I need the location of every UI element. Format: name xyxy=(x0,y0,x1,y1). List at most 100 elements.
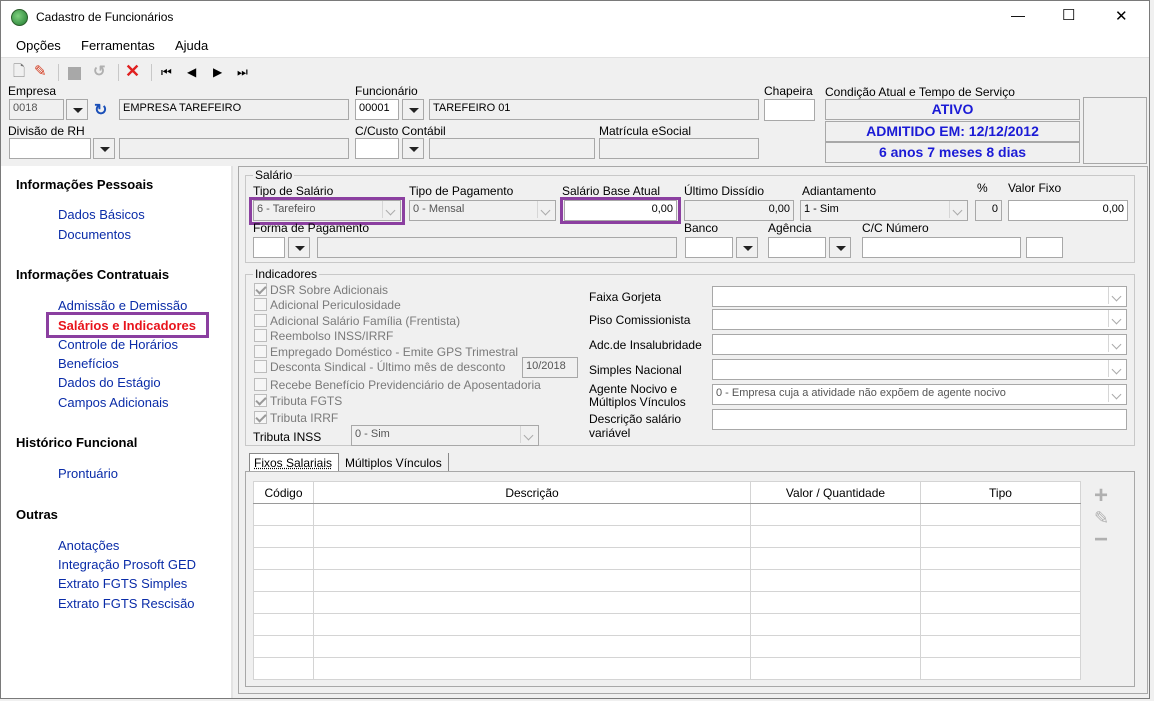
tab-multiplos-vinculos[interactable]: Múltiplos Vínculos xyxy=(341,453,449,472)
table-cell[interactable] xyxy=(750,657,921,680)
table-cell[interactable] xyxy=(920,569,1081,592)
ccusto-dropdown[interactable] xyxy=(402,138,424,159)
save-icon[interactable] xyxy=(68,67,81,80)
table-row[interactable] xyxy=(253,657,1081,680)
check-sindical[interactable]: Desconta Sindical - Último mês de descon… xyxy=(254,360,505,374)
sidebar-item-estagio[interactable]: Dados do Estágio xyxy=(58,375,161,390)
add-icon[interactable]: + xyxy=(1094,482,1108,510)
tributa-inss-select[interactable]: 0 - Sim xyxy=(351,425,539,446)
table-cell[interactable] xyxy=(920,657,1081,680)
sidebar-item-admissao[interactable]: Admissão e Demissão xyxy=(58,298,187,313)
table-row[interactable] xyxy=(253,591,1081,614)
valor-fixo-field[interactable]: 0,00 xyxy=(1008,200,1128,221)
divisao-field[interactable] xyxy=(9,138,91,159)
table-row[interactable] xyxy=(253,569,1081,592)
delete-icon[interactable]: ✕ xyxy=(125,62,140,80)
table-cell[interactable] xyxy=(750,613,921,636)
table-cell[interactable] xyxy=(920,503,1081,526)
table-cell[interactable] xyxy=(920,635,1081,658)
check-periculosidade[interactable]: Adicional Periculosidade xyxy=(254,298,401,312)
table-cell[interactable] xyxy=(253,657,314,680)
table-cell[interactable] xyxy=(313,591,751,614)
table-cell[interactable] xyxy=(253,591,314,614)
sidebar-item-beneficios[interactable]: Benefícios xyxy=(58,356,119,371)
table-cell[interactable] xyxy=(313,525,751,548)
col-tipo[interactable]: Tipo xyxy=(920,481,1081,504)
divisao-dropdown[interactable] xyxy=(93,138,115,159)
empresa-dropdown[interactable] xyxy=(66,99,88,120)
col-valor[interactable]: Valor / Quantidade xyxy=(750,481,921,504)
edit-pencil-icon[interactable]: ✎ xyxy=(34,63,47,81)
col-codigo[interactable]: Código xyxy=(253,481,314,504)
check-dsr[interactable]: DSR Sobre Adicionais xyxy=(254,283,388,297)
agente-select[interactable]: 0 - Empresa cuja a atividade não expõem … xyxy=(712,384,1127,405)
sidebar-item-campos-adicionais[interactable]: Campos Adicionais xyxy=(58,395,169,410)
insalubridade-select[interactable] xyxy=(712,334,1127,355)
piso-select[interactable] xyxy=(712,309,1127,330)
adiantamento-select[interactable]: 1 - Sim xyxy=(800,200,968,221)
table-cell[interactable] xyxy=(313,613,751,636)
checkbox-sindical[interactable] xyxy=(254,360,267,373)
check-domestico[interactable]: Empregado Doméstico - Emite GPS Trimestr… xyxy=(254,345,518,359)
col-descricao[interactable]: Descrição xyxy=(313,481,751,504)
checkbox-periculosidade[interactable] xyxy=(254,298,267,311)
remove-icon[interactable]: − xyxy=(1094,526,1108,554)
table-row[interactable] xyxy=(253,525,1081,548)
checkbox-dsr[interactable] xyxy=(254,283,267,296)
check-aposentadoria[interactable]: Recebe Benefício Previdenciário de Apose… xyxy=(254,378,541,392)
table-cell[interactable] xyxy=(313,503,751,526)
table-cell[interactable] xyxy=(253,525,314,548)
checkbox-tributa-irrf[interactable] xyxy=(254,411,267,424)
table-cell[interactable] xyxy=(313,657,751,680)
table-row[interactable] xyxy=(253,503,1081,526)
forma-pagamento-dropdown[interactable] xyxy=(288,237,310,258)
table-cell[interactable] xyxy=(253,569,314,592)
simples-select[interactable] xyxy=(712,359,1127,380)
table-cell[interactable] xyxy=(920,591,1081,614)
table-cell[interactable] xyxy=(750,569,921,592)
sidebar-item-horarios[interactable]: Controle de Horários xyxy=(58,337,178,352)
forma-pagamento-field[interactable] xyxy=(253,237,285,258)
check-tributa-fgts[interactable]: Tributa FGTS xyxy=(254,394,342,408)
table-cell[interactable] xyxy=(313,547,751,570)
last-record-icon[interactable]: ⏭ xyxy=(237,63,248,81)
table-cell[interactable] xyxy=(253,613,314,636)
undo-icon[interactable]: ↺ xyxy=(93,63,106,81)
menu-ferramentas[interactable]: Ferramentas xyxy=(81,38,155,53)
sidebar-item-fgts-simples[interactable]: Extrato FGTS Simples xyxy=(58,576,187,591)
empresa-code-field[interactable]: 0018 xyxy=(9,99,64,120)
next-record-icon[interactable]: ▶ xyxy=(213,63,222,81)
sidebar-item-dados-basicos[interactable]: Dados Básicos xyxy=(58,207,145,222)
table-cell[interactable] xyxy=(313,569,751,592)
funcionario-code-field[interactable]: 00001 xyxy=(355,99,399,120)
table-cell[interactable] xyxy=(253,503,314,526)
sidebar-item-anotacoes[interactable]: Anotações xyxy=(58,538,119,553)
tab-fixos-salariais[interactable]: Fixos Salariais xyxy=(249,453,339,472)
check-tributa-irrf[interactable]: Tributa IRRF xyxy=(254,411,338,425)
banco-field[interactable] xyxy=(685,237,733,258)
tipo-pagamento-select[interactable]: 0 - Mensal xyxy=(409,200,556,221)
checkbox-aposentadoria[interactable] xyxy=(254,378,267,391)
table-cell[interactable] xyxy=(313,635,751,658)
minimize-button[interactable]: — xyxy=(1011,7,1025,23)
table-cell[interactable] xyxy=(750,635,921,658)
checkbox-reembolso[interactable] xyxy=(254,329,267,342)
menu-ajuda[interactable]: Ajuda xyxy=(175,38,208,53)
banco-dropdown[interactable] xyxy=(736,237,758,258)
first-record-icon[interactable]: ⏮ xyxy=(161,63,172,81)
sidebar-item-documentos[interactable]: Documentos xyxy=(58,227,131,242)
close-button[interactable]: ✕ xyxy=(1115,7,1128,25)
chapeira-field[interactable] xyxy=(764,99,815,121)
table-cell[interactable] xyxy=(920,613,1081,636)
previous-record-icon[interactable]: ◀ xyxy=(187,63,196,81)
table-cell[interactable] xyxy=(920,547,1081,570)
table-row[interactable] xyxy=(253,547,1081,570)
checkbox-salario-familia[interactable] xyxy=(254,314,267,327)
cc-digito-field[interactable] xyxy=(1026,237,1063,258)
ccusto-field[interactable] xyxy=(355,138,399,159)
menu-opcoes[interactable]: Opções xyxy=(16,38,61,53)
agencia-dropdown[interactable] xyxy=(829,237,851,258)
funcionario-dropdown[interactable] xyxy=(402,99,424,120)
table-row[interactable] xyxy=(253,635,1081,658)
sidebar-item-fgts-rescisao[interactable]: Extrato FGTS Rescisão xyxy=(58,596,195,611)
